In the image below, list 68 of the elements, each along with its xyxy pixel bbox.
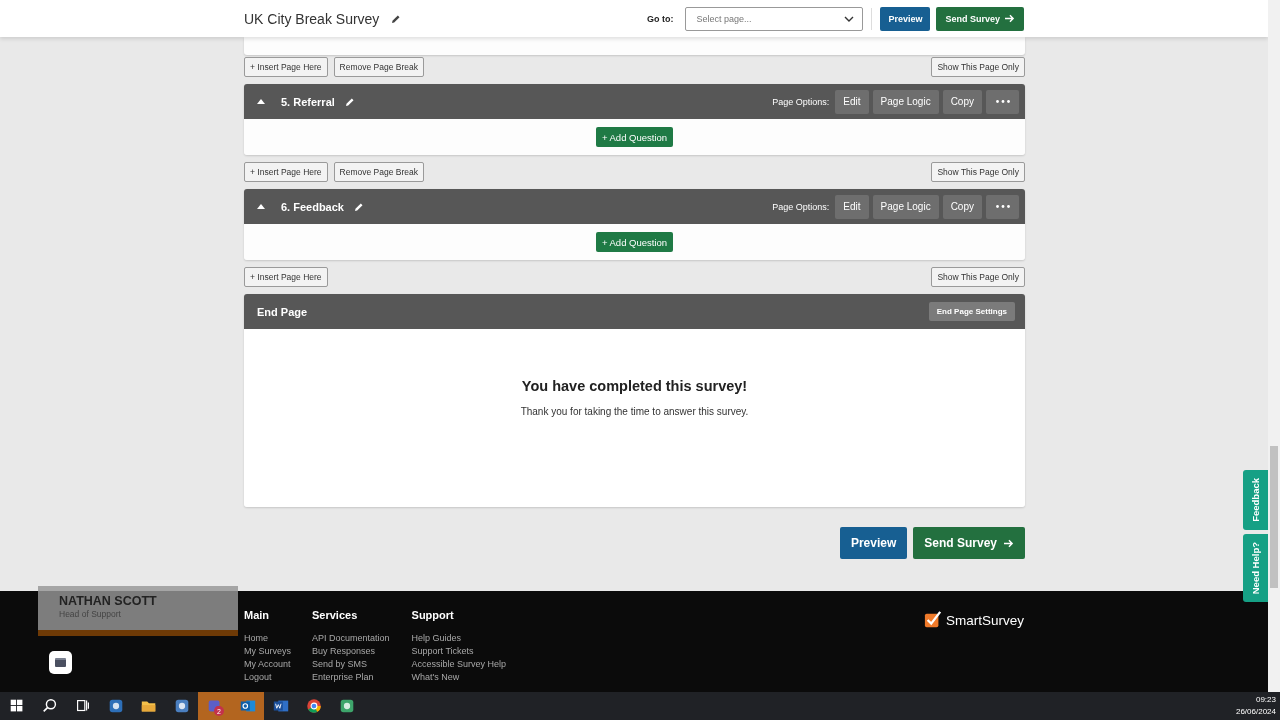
footer-heading: Main <box>244 609 271 621</box>
footer-link[interactable]: Support Tickets <box>411 645 507 658</box>
more-icon <box>995 100 1010 103</box>
page-action-button[interactable]: Copy <box>942 194 982 219</box>
scrollbar-thumb[interactable] <box>1270 446 1278 588</box>
add-question-button[interactable]: + Add Question <box>595 232 674 252</box>
completion-heading: You have completed this survey! <box>521 378 748 394</box>
page-title: End Page <box>257 305 308 318</box>
more-button[interactable] <box>986 194 1019 219</box>
footer-link[interactable]: What's New <box>411 671 507 684</box>
footer-heading: Support <box>411 609 455 621</box>
show-page-only-button[interactable]: Show This Page Only <box>931 267 1025 287</box>
footer-link[interactable]: Send by SMS <box>312 658 390 671</box>
remove-page-break-button[interactable]: Remove Page Break <box>333 162 425 182</box>
survey-title: UK City Break Survey <box>244 10 380 27</box>
caret-icon[interactable] <box>257 99 265 104</box>
page-action-button[interactable]: Page Logic <box>872 89 939 114</box>
goto-label: Go to: <box>646 13 674 24</box>
pencil-icon[interactable] <box>391 13 402 24</box>
footer-link[interactable]: Help Guides <box>411 632 507 645</box>
footer-link[interactable]: Enterprise Plan <box>312 671 390 684</box>
footer-link[interactable]: Logout <box>244 671 291 684</box>
footer-link[interactable]: Buy Responses <box>312 645 390 658</box>
arrow-icon <box>1003 538 1014 548</box>
preview-button[interactable]: Preview <box>880 6 931 31</box>
arrow-icon <box>1004 14 1015 23</box>
send-survey-button[interactable]: Send Survey <box>913 527 1025 559</box>
clock-time: 09:23 <box>1255 694 1276 706</box>
page-action-button[interactable]: Copy <box>942 89 982 114</box>
page-options-label: Page Options: <box>772 96 830 107</box>
clock-date: 26/06/2024 <box>1235 706 1276 718</box>
show-page-only-button[interactable]: Show This Page Only <box>931 57 1025 77</box>
search-icon <box>40 697 59 715</box>
footer-link[interactable]: My Surveys <box>244 645 291 658</box>
scrollbar[interactable] <box>1268 0 1280 692</box>
insert-page-button[interactable]: + Insert Page Here <box>244 57 328 77</box>
page-action-button[interactable]: Edit <box>835 194 869 219</box>
page-select[interactable]: Select page... <box>685 6 864 31</box>
add-question-button[interactable]: + Add Question <box>595 127 674 147</box>
chat-icon[interactable] <box>49 651 72 674</box>
footer-heading: Services <box>312 609 359 621</box>
insert-page-button[interactable]: + Insert Page Here <box>244 162 328 182</box>
insert-page-button[interactable]: + Insert Page Here <box>244 267 328 287</box>
logo-icon <box>923 611 942 629</box>
end-page-settings-button[interactable]: End Page Settings <box>928 302 1015 321</box>
caret-icon[interactable] <box>257 204 265 209</box>
more-button[interactable] <box>986 89 1019 114</box>
show-page-only-button[interactable]: Show This Page Only <box>931 162 1025 182</box>
page-title: 6. Feedback <box>281 200 344 213</box>
page-action-button[interactable]: Edit <box>835 89 869 114</box>
footer-link[interactable]: My Account <box>244 658 291 671</box>
footer-link[interactable]: Accessible Survey Help <box>411 658 507 671</box>
presenter-name: NATHAN SCOTT <box>59 594 158 608</box>
remove-page-break-button[interactable]: Remove Page Break <box>333 57 425 77</box>
completion-message: Thank you for taking the time to answer this survey. <box>520 406 749 417</box>
pencil-icon[interactable] <box>344 96 355 107</box>
page-title: 5. Referral <box>281 95 335 108</box>
more-icon <box>995 205 1010 208</box>
footer-link[interactable]: Home <box>244 632 291 645</box>
preview-button[interactable]: Preview <box>839 527 908 559</box>
send-survey-button[interactable]: Send Survey <box>936 6 1024 31</box>
page-options-label: Page Options: <box>772 201 830 212</box>
browser-icon <box>304 697 323 715</box>
pencil-icon[interactable] <box>354 201 364 212</box>
chevron-down-icon <box>844 15 855 22</box>
footer-link[interactable]: API Documentation <box>312 632 390 645</box>
page-action-button[interactable]: Page Logic <box>872 194 939 219</box>
brand-name: SmartSurvey <box>945 612 1024 628</box>
